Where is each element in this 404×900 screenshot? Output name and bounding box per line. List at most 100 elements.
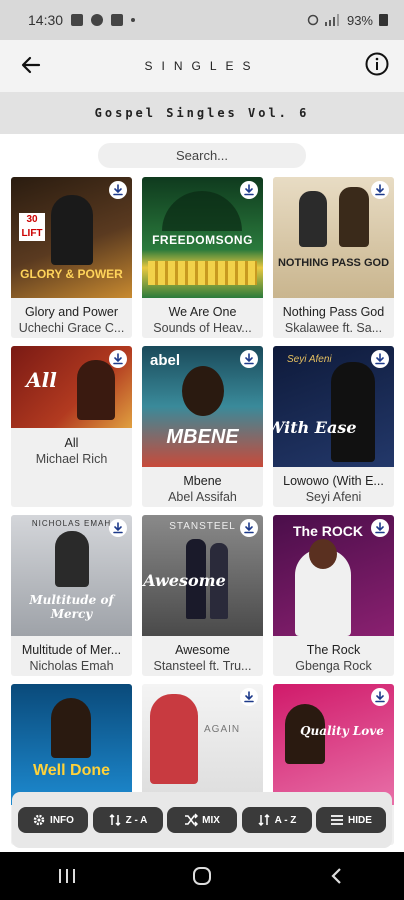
- song-card[interactable]: All All Michael Rich: [11, 346, 132, 507]
- song-cover: abel MBENE: [142, 346, 263, 467]
- song-title: Lowowo (With E...: [283, 474, 384, 488]
- song-artist: Stansteel ft. Tru...: [153, 659, 252, 673]
- recents-icon: [59, 869, 76, 883]
- song-cover: NOTHING PASS GOD: [273, 177, 394, 298]
- download-button[interactable]: [371, 688, 389, 706]
- settings-icon: [91, 14, 104, 26]
- song-artist: Nicholas Emah: [29, 659, 114, 673]
- shuffle-icon: [185, 813, 199, 827]
- song-card[interactable]: STANSTEEL Awesome Awesome Stansteel ft. …: [142, 515, 263, 676]
- cover-title: Awesome: [143, 571, 226, 590]
- song-cover: AGAIN: [142, 684, 263, 805]
- page-title: SINGLES: [144, 59, 260, 73]
- cover-title: NOTHING PASS GOD: [277, 257, 390, 269]
- song-cover: Quality Love: [273, 684, 394, 805]
- hide-label: HIDE: [348, 814, 372, 826]
- song-cover: FREEDOMSONG: [142, 177, 263, 298]
- cover-title: FREEDOMSONG: [152, 233, 253, 247]
- download-icon: [113, 522, 123, 534]
- song-title: Multitude of Mer...: [21, 643, 122, 657]
- download-button[interactable]: [109, 181, 127, 199]
- download-icon: [244, 184, 254, 196]
- sort-az-button[interactable]: A - Z: [241, 807, 312, 833]
- bottom-toolbar: INFO Z - A MIX A - Z HIDE: [12, 792, 392, 848]
- cover-title: GLORY & POWER: [20, 267, 123, 281]
- song-title: Nothing Pass God: [282, 305, 385, 319]
- song-title: Mbene: [183, 474, 222, 488]
- info-icon: [365, 52, 389, 76]
- cover-title: MBENE: [166, 426, 239, 448]
- song-card[interactable]: 30 LIFT GLORY & POWER Glory and Power Uch…: [11, 177, 132, 338]
- song-cover: NICHOLAS EMAH Multitude of Mercy: [11, 515, 132, 636]
- cover-title: With Ease: [273, 418, 357, 437]
- info-button[interactable]: [364, 51, 390, 77]
- cover-title: Multitude of Mercy: [29, 593, 114, 621]
- song-artist: Seyi Afeni: [305, 490, 362, 504]
- download-button[interactable]: [371, 350, 389, 368]
- back-button[interactable]: [18, 52, 44, 78]
- dot-icon: [131, 18, 136, 22]
- sort-az-label: A - Z: [274, 814, 297, 826]
- sort-za-label: Z - A: [125, 814, 148, 826]
- download-button[interactable]: [371, 181, 389, 199]
- download-icon: [375, 184, 385, 196]
- back-arrow-icon: [21, 56, 41, 74]
- download-icon: [113, 353, 123, 365]
- song-artist: Abel Assifah: [168, 490, 237, 504]
- album-title: Gospel Singles Vol. 6: [94, 106, 310, 120]
- download-button[interactable]: [240, 350, 258, 368]
- download-icon: [375, 353, 385, 365]
- download-button[interactable]: [371, 519, 389, 537]
- cover-title: The ROCK: [293, 523, 363, 539]
- image-icon: [71, 14, 84, 26]
- gear-icon: [33, 814, 45, 826]
- song-card[interactable]: NOTHING PASS GOD Nothing Pass God Skalaw…: [273, 177, 394, 338]
- search-input[interactable]: [98, 148, 306, 163]
- recents-button[interactable]: [47, 856, 87, 896]
- hide-button[interactable]: HIDE: [316, 807, 386, 833]
- cover-title: Quality Love: [300, 724, 384, 738]
- download-button[interactable]: [240, 181, 258, 199]
- song-artist: Uchechi Grace C...: [18, 321, 125, 335]
- download-icon: [244, 522, 254, 534]
- download-button[interactable]: [109, 519, 127, 537]
- song-title: The Rock: [306, 643, 361, 657]
- download-button[interactable]: [109, 350, 127, 368]
- download-button[interactable]: [240, 688, 258, 706]
- menu-icon: [331, 815, 344, 825]
- song-title: Awesome: [175, 643, 230, 657]
- alarm-icon: [307, 14, 319, 26]
- song-cover: 30 LIFT GLORY & POWER: [11, 177, 132, 298]
- download-icon: [244, 691, 254, 703]
- song-card[interactable]: The ROCK The Rock Gbenga Rock: [273, 515, 394, 676]
- download-button[interactable]: [240, 519, 258, 537]
- message-icon: [111, 14, 124, 26]
- battery-percent: 93%: [346, 12, 373, 28]
- song-title: Glory and Power: [24, 305, 119, 319]
- home-icon: [192, 867, 211, 885]
- song-cover: The ROCK: [273, 515, 394, 636]
- sort-za-button[interactable]: Z - A: [92, 807, 163, 833]
- signal-icon: [324, 14, 339, 26]
- song-card[interactable]: NICHOLAS EMAH Multitude of Mercy Multitu…: [11, 515, 132, 676]
- song-card[interactable]: FREEDOMSONG We Are One Sounds of Heav...: [142, 177, 263, 338]
- song-card[interactable]: abel MBENE Mbene Abel Assifah: [142, 346, 263, 507]
- back-icon: [331, 868, 341, 884]
- mix-button[interactable]: MIX: [167, 807, 237, 833]
- mix-label: MIX: [202, 814, 220, 826]
- system-back-button[interactable]: [317, 856, 357, 896]
- status-time: 14:30: [28, 12, 64, 28]
- cover-title: Well Done: [32, 762, 111, 779]
- album-subheader: Gospel Singles Vol. 6: [0, 92, 404, 134]
- home-button[interactable]: [182, 856, 222, 896]
- info-button[interactable]: INFO: [18, 807, 88, 833]
- song-cover: STANSTEEL Awesome: [142, 515, 263, 636]
- song-card[interactable]: Seyi Afeni With Ease Lowowo (With E... S…: [273, 346, 394, 507]
- battery-icon: [379, 14, 388, 26]
- download-icon: [244, 353, 254, 365]
- search-bar[interactable]: [98, 143, 306, 168]
- songs-grid: 30 LIFT GLORY & POWER Glory and Power Uch…: [11, 177, 395, 845]
- app-header: SINGLES: [0, 40, 404, 92]
- song-cover: All: [11, 346, 132, 428]
- status-bar: 14:30 93%: [0, 0, 404, 40]
